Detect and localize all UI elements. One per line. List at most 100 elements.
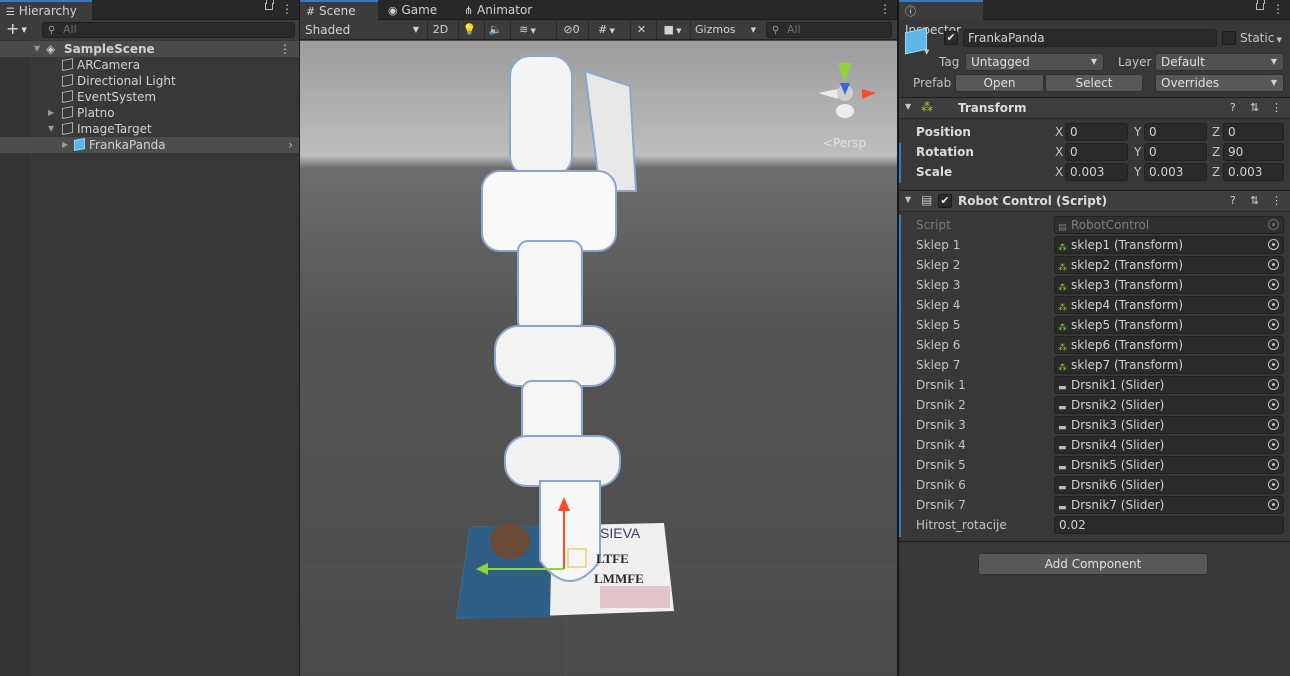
foldout-closed-icon[interactable]: ▶ bbox=[48, 105, 54, 121]
object-reference-field[interactable]: ▬ Drsnik6 (Slider) bbox=[1054, 476, 1284, 494]
layer-dropdown[interactable]: Default ▼ bbox=[1155, 53, 1284, 71]
hierarchy-item-platno[interactable]: ▶ Platno bbox=[0, 105, 299, 121]
prefab-select-button[interactable]: Select bbox=[1045, 74, 1143, 92]
hierarchy-item-frankapanda[interactable]: ▶ FrankaPanda › bbox=[0, 137, 299, 153]
chevron-right-icon[interactable]: › bbox=[288, 137, 293, 153]
toggle-2d-button[interactable]: 2D bbox=[427, 21, 453, 39]
rotation-z-field[interactable]: 90 bbox=[1223, 143, 1284, 161]
object-reference-field[interactable]: ⁂ sklep3 (Transform) bbox=[1054, 276, 1284, 294]
static-checkbox[interactable] bbox=[1222, 31, 1236, 45]
foldout-closed-icon[interactable]: ▶ bbox=[62, 137, 68, 153]
tools-toggle[interactable]: ✕ bbox=[630, 21, 652, 39]
hierarchy-item-arcamera[interactable]: ARCamera bbox=[0, 57, 299, 73]
object-reference-field[interactable]: ⁂ sklep1 (Transform) bbox=[1054, 236, 1284, 254]
prefab-overrides-dropdown[interactable]: Overrides ▼ bbox=[1155, 74, 1284, 92]
object-picker-icon[interactable] bbox=[1268, 459, 1279, 470]
object-reference-field[interactable]: ▬ Drsnik3 (Slider) bbox=[1054, 416, 1284, 434]
scale-y-field[interactable]: 0.003 bbox=[1144, 163, 1207, 181]
hierarchy-search-input[interactable]: ⚲ All bbox=[42, 22, 295, 38]
object-picker-icon[interactable] bbox=[1268, 439, 1279, 450]
static-dropdown[interactable]: Static ▼ bbox=[1240, 31, 1282, 47]
robot-control-header[interactable]: ▼ ▤ ✔ Robot Control (Script) ? ⇅ ⋮ bbox=[899, 190, 1290, 212]
object-reference-field[interactable]: ▬ Drsnik5 (Slider) bbox=[1054, 456, 1284, 474]
object-picker-icon[interactable] bbox=[1268, 319, 1279, 330]
add-button[interactable]: + ▼ bbox=[6, 20, 27, 39]
object-picker-icon[interactable] bbox=[1268, 299, 1279, 310]
tab-animator[interactable]: ⋔ Animator bbox=[458, 0, 540, 20]
transform-header[interactable]: ▼ ⁂ Transform ? ⇅ ⋮ bbox=[899, 97, 1290, 119]
lighting-toggle[interactable]: 💡 bbox=[458, 21, 480, 39]
object-picker-icon[interactable] bbox=[1268, 259, 1279, 270]
object-name-field[interactable]: FrankaPanda bbox=[963, 29, 1217, 47]
scene-menu-icon[interactable]: ⋮ bbox=[279, 41, 291, 57]
orientation-gizmo[interactable] bbox=[818, 63, 876, 118]
lock-icon[interactable] bbox=[1256, 0, 1265, 10]
kebab-menu-icon[interactable]: ⋮ bbox=[281, 2, 293, 16]
help-icon[interactable]: ? bbox=[1230, 101, 1236, 114]
grid-snap-dropdown[interactable]: # ▼ bbox=[588, 21, 624, 39]
preset-icon[interactable]: ⇅ bbox=[1250, 101, 1259, 114]
object-picker-icon[interactable] bbox=[1268, 359, 1279, 370]
tab-game[interactable]: ◉ Game bbox=[382, 0, 445, 20]
object-reference-field[interactable]: ⁂ sklep6 (Transform) bbox=[1054, 336, 1284, 354]
scale-x-field[interactable]: 0.003 bbox=[1065, 163, 1128, 181]
add-component-button[interactable]: Add Component bbox=[978, 553, 1208, 575]
object-picker-icon[interactable] bbox=[1268, 239, 1279, 250]
foldout-open-icon[interactable]: ▼ bbox=[905, 195, 911, 204]
foldout-open-icon[interactable]: ▼ bbox=[905, 102, 911, 111]
rotation-x-field[interactable]: 0 bbox=[1065, 143, 1128, 161]
gizmos-dropdown[interactable]: Gizmos ▼ bbox=[690, 21, 760, 39]
rotation-y-field[interactable]: 0 bbox=[1144, 143, 1207, 161]
hierarchy-item-directional-light[interactable]: Directional Light bbox=[0, 73, 299, 89]
lock-icon[interactable] bbox=[265, 0, 274, 10]
hierarchy-item-eventsystem[interactable]: EventSystem bbox=[0, 89, 299, 105]
position-z-field[interactable]: 0 bbox=[1223, 123, 1284, 141]
object-reference-field[interactable]: ▬ Drsnik7 (Slider) bbox=[1054, 496, 1284, 514]
hierarchy-item-imagetarget[interactable]: ▼ ImageTarget bbox=[0, 121, 299, 137]
object-reference-field[interactable]: ⁂ sklep2 (Transform) bbox=[1054, 256, 1284, 274]
object-picker-icon[interactable] bbox=[1268, 419, 1279, 430]
tab-scene[interactable]: # Scene bbox=[300, 0, 378, 20]
panel-splitter[interactable] bbox=[299, 0, 300, 676]
component-menu-icon[interactable]: ⋮ bbox=[1271, 194, 1282, 207]
scene-search-input[interactable]: ⚲ All bbox=[766, 22, 892, 38]
object-reference-field[interactable]: ▬ Drsnik1 (Slider) bbox=[1054, 376, 1284, 394]
object-picker-icon[interactable] bbox=[1268, 379, 1279, 390]
tab-hierarchy[interactable]: ☰ Hierarchy bbox=[0, 0, 92, 20]
object-picker-icon[interactable] bbox=[1268, 499, 1279, 510]
tab-inspector[interactable]: ⓘ Inspector bbox=[899, 0, 983, 37]
preset-icon[interactable]: ⇅ bbox=[1250, 194, 1259, 207]
icon-dropdown-arrow[interactable]: ▼ bbox=[924, 48, 929, 56]
foldout-open-icon[interactable]: ▼ bbox=[34, 41, 40, 57]
object-reference-field[interactable]: ⁂ sklep7 (Transform) bbox=[1054, 356, 1284, 374]
object-picker-icon[interactable] bbox=[1268, 279, 1279, 290]
projection-label[interactable]: <Persp bbox=[823, 136, 866, 150]
component-menu-icon[interactable]: ⋮ bbox=[1271, 101, 1282, 114]
object-reference-field[interactable]: ⁂ sklep5 (Transform) bbox=[1054, 316, 1284, 334]
help-icon[interactable]: ? bbox=[1230, 194, 1236, 207]
prefab-open-button[interactable]: Open bbox=[955, 74, 1044, 92]
kebab-menu-icon[interactable]: ⋮ bbox=[879, 2, 891, 16]
object-reference-field[interactable]: ▬ Drsnik4 (Slider) bbox=[1054, 436, 1284, 454]
tag-dropdown[interactable]: Untagged ▼ bbox=[965, 53, 1104, 71]
camera-dropdown[interactable]: ■ ▼ bbox=[656, 21, 688, 39]
panel-splitter[interactable] bbox=[897, 0, 899, 676]
shading-mode-dropdown[interactable]: Shaded ▼ bbox=[305, 20, 423, 40]
object-picker-icon[interactable] bbox=[1268, 479, 1279, 490]
object-reference-field[interactable]: ⁂ sklep4 (Transform) bbox=[1054, 296, 1284, 314]
object-picker-icon[interactable] bbox=[1268, 399, 1279, 410]
position-x-field[interactable]: 0 bbox=[1065, 123, 1128, 141]
object-picker-icon[interactable] bbox=[1268, 339, 1279, 350]
audio-toggle[interactable]: 🔈 bbox=[484, 21, 506, 39]
speed-field[interactable]: 0.02 bbox=[1054, 516, 1284, 534]
scene-visibility-toggle[interactable]: ⊘0 bbox=[556, 21, 586, 39]
scale-z-field[interactable]: 0.003 bbox=[1223, 163, 1284, 181]
kebab-menu-icon[interactable]: ⋮ bbox=[1272, 2, 1284, 16]
component-enabled-checkbox[interactable]: ✔ bbox=[938, 194, 952, 208]
foldout-open-icon[interactable]: ▼ bbox=[48, 121, 54, 137]
position-y-field[interactable]: 0 bbox=[1144, 123, 1207, 141]
effects-dropdown[interactable]: ≋ ▼ bbox=[510, 21, 544, 39]
active-checkbox[interactable]: ✔ bbox=[944, 31, 958, 45]
scene-row[interactable]: ▼ ◈ SampleScene ⋮ bbox=[0, 41, 299, 57]
object-reference-field[interactable]: ▬ Drsnik2 (Slider) bbox=[1054, 396, 1284, 414]
